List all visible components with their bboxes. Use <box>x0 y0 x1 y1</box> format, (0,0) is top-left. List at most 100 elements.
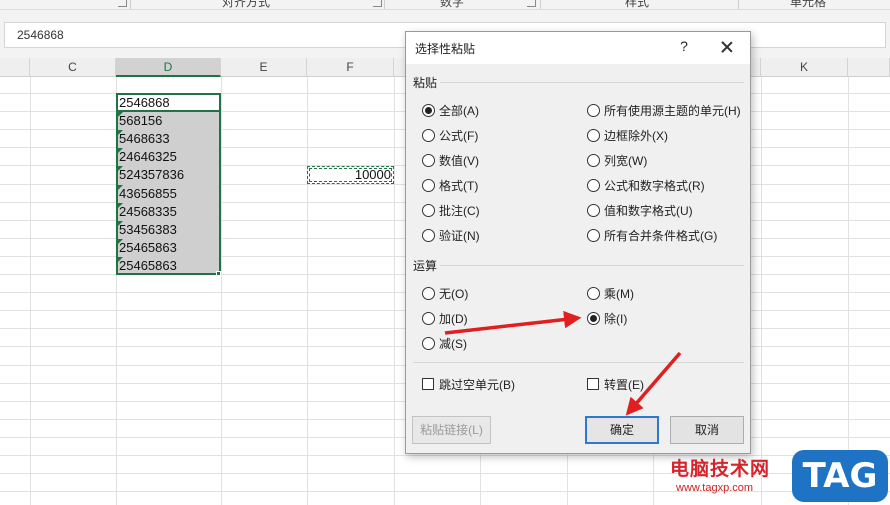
radio-label: 所有合并条件格式(G) <box>604 228 718 243</box>
fill-handle[interactable] <box>216 271 221 276</box>
radio-label: 列宽(W) <box>604 153 648 168</box>
radio-op-none[interactable]: 无(O) <box>422 285 468 301</box>
radio-paste-formulas-number-formats[interactable]: 公式和数字格式(R) <box>587 177 705 193</box>
column-header-k[interactable]: K <box>761 58 848 77</box>
operation-section-divider <box>440 265 744 266</box>
radio-label: 公式和数字格式(R) <box>604 178 705 193</box>
radio-paste-values-number-formats[interactable]: 值和数字格式(U) <box>587 202 693 218</box>
column-header-f[interactable]: F <box>307 58 394 77</box>
radio-op-add[interactable]: 加(D) <box>422 310 468 326</box>
cell-d-value[interactable]: 24646325 <box>119 148 177 166</box>
radio-icon <box>587 178 600 192</box>
cell-d-value[interactable]: 2546868 <box>119 94 170 112</box>
grid-column-line <box>394 77 395 505</box>
cell-d-value[interactable]: 43656855 <box>119 185 177 203</box>
number-group-launcher-icon[interactable] <box>527 0 536 7</box>
radio-selected-icon <box>422 103 435 117</box>
radio-op-divide[interactable]: 除(I) <box>587 310 627 326</box>
help-icon[interactable]: ? <box>676 38 692 54</box>
cancel-button[interactable]: 取消 <box>670 416 744 444</box>
grid-column-line <box>221 77 222 505</box>
radio-paste-source-theme[interactable]: 所有使用源主题的单元(H) <box>587 102 741 118</box>
radio-label: 边框除外(X) <box>604 128 668 143</box>
ok-button[interactable]: 确定 <box>585 416 659 444</box>
ribbon-group-alignment: 对齐方式 <box>222 0 271 9</box>
radio-label: 加(D) <box>439 311 468 326</box>
column-header-l[interactable] <box>848 58 890 77</box>
close-icon[interactable] <box>716 37 738 59</box>
ribbon-group-styles: 样式 <box>625 0 650 9</box>
transpose-checkbox[interactable]: 转置(E) <box>587 376 644 392</box>
radio-label: 减(S) <box>439 336 467 351</box>
radio-label: 公式(F) <box>439 128 479 143</box>
radio-icon <box>587 203 600 217</box>
cell-d-value[interactable]: 568156 <box>119 112 162 130</box>
radio-op-multiply[interactable]: 乘(M) <box>587 285 634 301</box>
radio-icon <box>422 336 435 350</box>
number-as-text-indicator-icon <box>118 221 123 226</box>
radio-icon <box>587 286 600 300</box>
checkbox-icon <box>587 378 599 390</box>
number-as-text-indicator-icon <box>118 185 123 190</box>
skip-blanks-checkbox[interactable]: 跳过空单元(B) <box>422 376 515 392</box>
watermark-url: www.tagxp.com <box>676 482 754 494</box>
ribbon-separator <box>384 0 385 9</box>
ribbon-group-cells: 单元格 <box>790 0 827 9</box>
cell-d-value[interactable]: 53456383 <box>119 221 177 239</box>
ribbon-group-number: 数字 <box>440 0 465 9</box>
ribbon-strip: 对齐方式 数字 样式 单元格 <box>0 0 890 10</box>
watermark-site-name: 电脑技术网 <box>670 459 771 480</box>
radio-icon <box>422 153 435 167</box>
cell-d-value[interactable]: 5468633 <box>119 130 170 148</box>
radio-op-subtract[interactable]: 减(S) <box>422 335 467 351</box>
column-header-c[interactable]: C <box>30 58 116 77</box>
ribbon-separator <box>130 0 131 9</box>
radio-paste-except-borders[interactable]: 边框除外(X) <box>587 127 668 143</box>
radio-label: 验证(N) <box>439 228 480 243</box>
alignment-group-launcher-icon[interactable] <box>373 0 382 7</box>
radio-label: 无(O) <box>439 286 469 301</box>
radio-paste-comments[interactable]: 批注(C) <box>422 202 480 218</box>
radio-icon <box>422 178 435 192</box>
number-as-text-indicator-icon <box>118 257 123 262</box>
operation-section-label: 运算 <box>413 259 438 273</box>
cell-d-value[interactable]: 24568335 <box>119 203 177 221</box>
checkbox-label: 跳过空单元(B) <box>439 377 515 392</box>
cell-d-value[interactable]: 524357836 <box>119 166 184 184</box>
number-as-text-indicator-icon <box>118 166 123 171</box>
cell-d-value[interactable]: 25465863 <box>119 257 177 275</box>
paste-link-button[interactable]: 粘贴链接(L) <box>412 416 491 444</box>
radio-paste-formats[interactable]: 格式(T) <box>422 177 478 193</box>
copied-cell-f[interactable]: 10000 <box>307 166 394 184</box>
alignment-launcher-icon[interactable] <box>118 0 127 7</box>
cell-d-value[interactable]: 25465863 <box>119 239 177 257</box>
dialog-title: 选择性粘贴 <box>415 42 476 56</box>
radio-paste-validation[interactable]: 验证(N) <box>422 227 480 243</box>
grid-column-line <box>848 77 849 505</box>
paste-section-label: 粘贴 <box>413 76 438 90</box>
number-as-text-indicator-icon <box>118 130 123 135</box>
radio-icon <box>422 128 435 142</box>
radio-paste-values[interactable]: 数值(V) <box>422 152 479 168</box>
ribbon-separator <box>540 0 541 9</box>
paste-special-dialog: 选择性粘贴 ? 粘贴 全部(A) 公式(F) 数值(V) 格式(T) 批注(C)… <box>405 31 751 454</box>
radio-icon <box>422 203 435 217</box>
radio-paste-merge-conditional[interactable]: 所有合并条件格式(G) <box>587 227 717 243</box>
number-as-text-indicator-icon <box>118 148 123 153</box>
radio-paste-all[interactable]: 全部(A) <box>422 102 479 118</box>
number-as-text-indicator-icon <box>118 203 123 208</box>
radio-icon <box>587 153 600 167</box>
number-as-text-indicator-icon <box>118 239 123 244</box>
dialog-titlebar: 选择性粘贴 ? <box>406 32 750 64</box>
select-all-corner[interactable] <box>0 58 30 77</box>
column-header-e[interactable]: E <box>221 58 307 77</box>
radio-paste-formulas[interactable]: 公式(F) <box>422 127 478 143</box>
radio-label: 乘(M) <box>604 286 634 301</box>
grid-column-line <box>30 77 31 505</box>
radio-paste-column-widths[interactable]: 列宽(W) <box>587 152 647 168</box>
number-as-text-indicator-icon <box>118 112 123 117</box>
radio-label: 数值(V) <box>439 153 479 168</box>
radio-icon <box>587 103 600 117</box>
watermark-tag-logo: TAG <box>792 450 888 502</box>
column-header-d[interactable]: D <box>116 58 221 77</box>
